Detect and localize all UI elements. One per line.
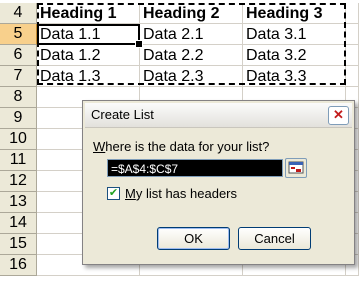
row-header[interactable]: 15 xyxy=(0,234,37,255)
fill-handle[interactable] xyxy=(135,40,143,48)
data-cell[interactable] xyxy=(346,24,359,45)
checkbox-label-text: y list has headers xyxy=(135,186,238,201)
row-header[interactable]: 8 xyxy=(0,87,37,108)
row-header[interactable]: 6 xyxy=(0,45,37,66)
sheet-row: 6 Data 1.2 Data 2.2 Data 3.2 xyxy=(0,45,359,66)
cancel-button[interactable]: Cancel xyxy=(238,227,311,250)
data-cell[interactable]: Data 2.2 xyxy=(140,45,243,66)
data-cell[interactable]: Data 2.1 xyxy=(140,24,243,45)
collapse-dialog-button[interactable] xyxy=(285,158,307,178)
prompt-text: here is the data for your list? xyxy=(105,139,270,154)
row-header[interactable]: 11 xyxy=(0,150,37,171)
headers-checkbox[interactable]: ✔ xyxy=(107,187,120,200)
prompt-hotkey: W xyxy=(93,139,106,154)
row-header[interactable]: 16 xyxy=(0,255,37,276)
close-button[interactable]: ✕ xyxy=(328,106,349,125)
row-header[interactable]: 5 xyxy=(0,24,37,45)
data-cell[interactable]: Data 2.3 xyxy=(140,66,243,87)
ok-button[interactable]: OK xyxy=(157,227,230,250)
check-mark-icon: ✔ xyxy=(108,187,119,199)
list-range-input[interactable]: =$A$4:$C$7 xyxy=(107,159,283,177)
sheet-row: 7 Data 1.3 Data 2.3 Data 3.3 xyxy=(0,66,359,87)
row-header[interactable]: 10 xyxy=(0,129,37,150)
data-cell[interactable]: Data 1.3 xyxy=(37,66,140,87)
row-header[interactable]: 7 xyxy=(0,66,37,87)
column-heading-cell[interactable]: Heading 3 xyxy=(243,3,346,24)
data-cell[interactable] xyxy=(346,66,359,87)
headers-checkbox-label[interactable]: My list has headers xyxy=(125,186,237,201)
row-header[interactable]: 14 xyxy=(0,213,37,234)
column-heading-cell[interactable]: Heading 2 xyxy=(140,3,243,24)
row-header[interactable]: 4 xyxy=(0,3,37,24)
checkbox-hotkey: M xyxy=(125,186,136,201)
data-cell[interactable]: Data 3.3 xyxy=(243,66,346,87)
sheet-row: 4 Heading 1 Heading 2 Heading 3 xyxy=(0,3,359,24)
row-header[interactable]: 12 xyxy=(0,171,37,192)
create-list-dialog: Create List ✕ Where is the data for your… xyxy=(82,100,355,265)
data-cell[interactable] xyxy=(346,3,359,24)
dialog-title: Create List xyxy=(91,107,154,122)
close-icon: ✕ xyxy=(333,107,344,122)
row-header[interactable]: 13 xyxy=(0,192,37,213)
sheet-row: 5 Data 1.1 Data 2.1 Data 3.1 xyxy=(0,24,359,45)
column-heading-cell[interactable]: Heading 1 xyxy=(37,3,140,24)
dialog-titlebar[interactable]: Create List ✕ xyxy=(85,103,352,128)
data-cell[interactable]: Data 3.2 xyxy=(243,45,346,66)
range-prompt-label: Where is the data for your list? xyxy=(93,139,269,154)
data-cell[interactable]: Data 3.1 xyxy=(243,24,346,45)
data-cell[interactable] xyxy=(346,45,359,66)
data-cell[interactable]: Data 1.1 xyxy=(37,24,140,45)
data-cell[interactable]: Data 1.2 xyxy=(37,45,140,66)
collapse-dialog-icon xyxy=(288,161,304,174)
row-header[interactable]: 9 xyxy=(0,108,37,129)
